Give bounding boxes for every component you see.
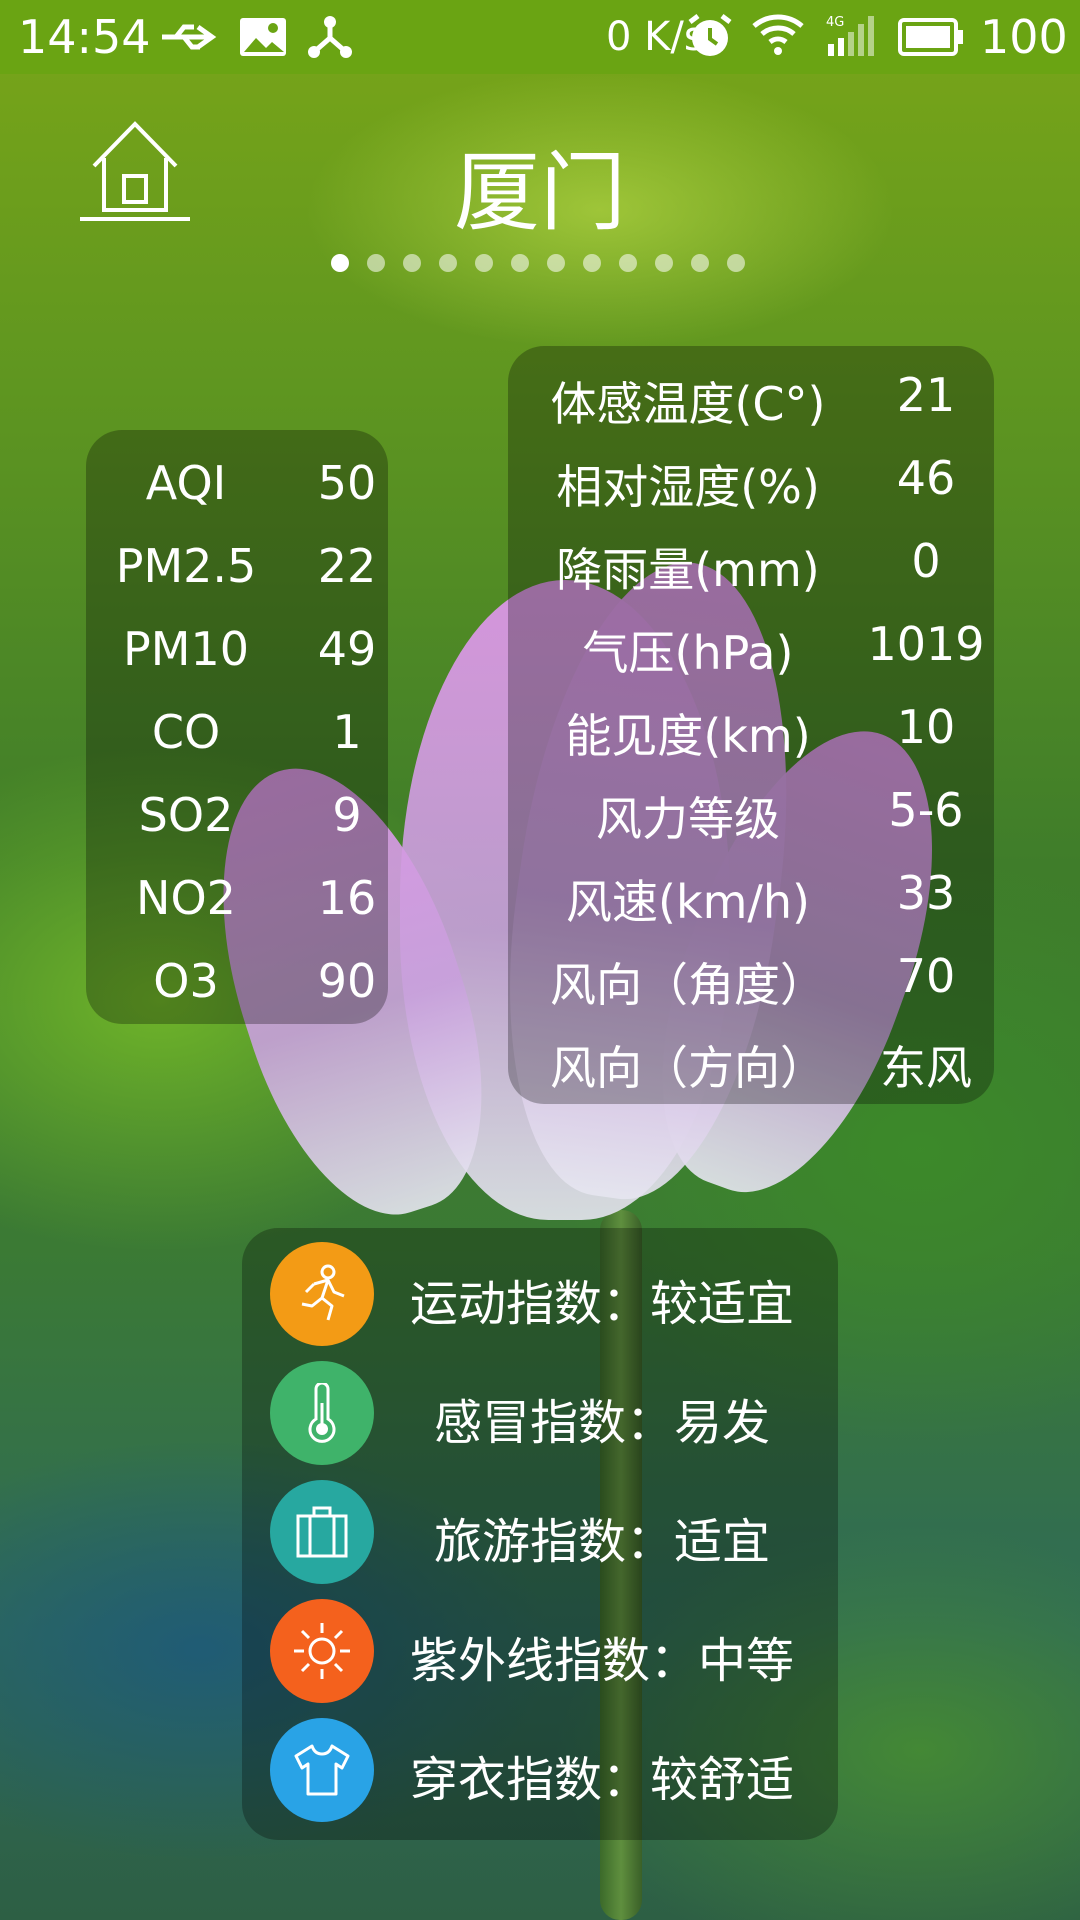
thermometer-icon [270, 1361, 374, 1465]
air-quality-label: NO2 [136, 871, 236, 925]
weather-row: 能见度(km) 10 [508, 700, 994, 763]
air-quality-row: CO 1 [86, 705, 388, 765]
weather-value: 21 [896, 368, 956, 422]
page-dot[interactable] [367, 254, 385, 272]
air-quality-label: PM2.5 [115, 539, 257, 593]
life-index-row: 旅游指数：适宜 [242, 1480, 838, 1590]
air-quality-value: 16 [317, 871, 377, 925]
battery-level: 100 [980, 10, 1068, 64]
air-quality-row: O3 90 [86, 954, 388, 1014]
weather-value: 33 [896, 866, 956, 920]
air-quality-row: AQI 50 [86, 456, 388, 516]
life-index-row: 穿衣指数：较舒适 [242, 1718, 838, 1828]
usb-icon [158, 20, 222, 58]
page-dot[interactable] [403, 254, 421, 272]
weather-value: 70 [896, 949, 956, 1003]
sun-icon [270, 1599, 374, 1703]
page-dot[interactable] [727, 254, 745, 272]
life-index-panel: 运动指数：较适宜 感冒指数：易发 旅游指数：适宜 紫外线指数：中等 穿衣指数：较舒适 [242, 1228, 838, 1840]
life-index-text: 感冒指数：易发 [433, 1395, 770, 1451]
running-person-icon [270, 1242, 374, 1346]
air-quality-row: PM10 49 [86, 622, 388, 682]
share-icon [306, 14, 354, 64]
status-time: 14:54 [18, 10, 151, 64]
air-quality-row: SO2 9 [86, 788, 388, 848]
air-quality-value: 22 [317, 539, 377, 593]
signal-4g-icon: 4G [824, 14, 880, 62]
weather-row: 风向（方向） 东风 [508, 1032, 994, 1095]
status-bar: 14:54 0 K/s 4G 100 [0, 0, 1080, 74]
page-dot[interactable] [511, 254, 529, 272]
page-dot[interactable] [439, 254, 457, 272]
air-quality-row: PM2.5 22 [86, 539, 388, 599]
page-dot[interactable] [331, 254, 349, 272]
weather-value: 10 [896, 700, 956, 754]
page-indicator [331, 254, 745, 274]
life-index-text: 旅游指数：适宜 [433, 1514, 770, 1570]
air-quality-value: 1 [332, 705, 362, 759]
page-dot[interactable] [583, 254, 601, 272]
page-dot[interactable] [619, 254, 637, 272]
life-index-text: 穿衣指数：较舒适 [409, 1752, 794, 1808]
life-index-row: 感冒指数：易发 [242, 1361, 838, 1471]
air-quality-value: 49 [317, 622, 377, 676]
weather-label: 体感温度(C°) [550, 377, 826, 431]
weather-row: 风力等级 5-6 [508, 783, 994, 846]
weather-value: 1019 [867, 617, 985, 671]
weather-label: 风向（方向） [550, 1041, 826, 1095]
air-quality-value: 9 [332, 788, 362, 842]
air-quality-row: NO2 16 [86, 871, 388, 931]
air-quality-label: CO [151, 705, 221, 759]
air-quality-value: 50 [317, 456, 377, 510]
weather-detail-panel: 体感温度(C°) 21 相对湿度(%) 46 降雨量(mm) 0 气压(hPa) 1019 能见… [508, 346, 994, 1104]
weather-row: 相对湿度(%) 46 [508, 451, 994, 514]
page-dot[interactable] [691, 254, 709, 272]
wifi-icon [752, 14, 804, 60]
weather-value: 5-6 [888, 783, 964, 837]
weather-value: 46 [896, 451, 956, 505]
weather-row: 风向（角度） 70 [508, 949, 994, 1012]
page-dot[interactable] [475, 254, 493, 272]
air-quality-label: SO2 [138, 788, 234, 842]
weather-row: 降雨量(mm) 0 [508, 534, 994, 597]
weather-label: 风向（角度） [550, 958, 826, 1012]
weather-label: 气压(hPa) [582, 626, 794, 680]
luggage-icon [270, 1480, 374, 1584]
image-icon [238, 16, 288, 62]
weather-label: 相对湿度(%) [556, 460, 820, 514]
life-index-row: 运动指数：较适宜 [242, 1242, 838, 1352]
battery-icon [898, 18, 964, 60]
city-title: 厦门 [454, 143, 626, 243]
life-index-text: 紫外线指数：中等 [409, 1633, 794, 1689]
weather-label: 降雨量(mm) [556, 543, 820, 597]
weather-label: 风力等级 [596, 792, 780, 846]
weather-row: 体感温度(C°) 21 [508, 368, 994, 431]
life-index-row: 紫外线指数：中等 [242, 1599, 838, 1709]
weather-label: 能见度(km) [565, 709, 811, 763]
svg-text:4G: 4G [826, 15, 844, 30]
alarm-icon [686, 12, 734, 64]
weather-label: 风速(km/h) [566, 875, 810, 929]
page-dot[interactable] [655, 254, 673, 272]
weather-value: 0 [911, 534, 941, 588]
life-index-text: 运动指数：较适宜 [409, 1276, 794, 1332]
weather-value: 东风 [880, 1041, 972, 1095]
air-quality-value: 90 [317, 954, 377, 1008]
weather-row: 气压(hPa) 1019 [508, 617, 994, 680]
air-quality-label: AQI [145, 456, 227, 510]
air-quality-label: PM10 [123, 622, 249, 676]
weather-row: 风速(km/h) 33 [508, 866, 994, 929]
tshirt-icon [270, 1718, 374, 1822]
air-quality-label: O3 [153, 954, 219, 1008]
air-quality-panel: AQI 50 PM2.5 22 PM10 49 CO 1 SO2 9 NO2 16 O3 90 [86, 430, 388, 1024]
page-dot[interactable] [547, 254, 565, 272]
